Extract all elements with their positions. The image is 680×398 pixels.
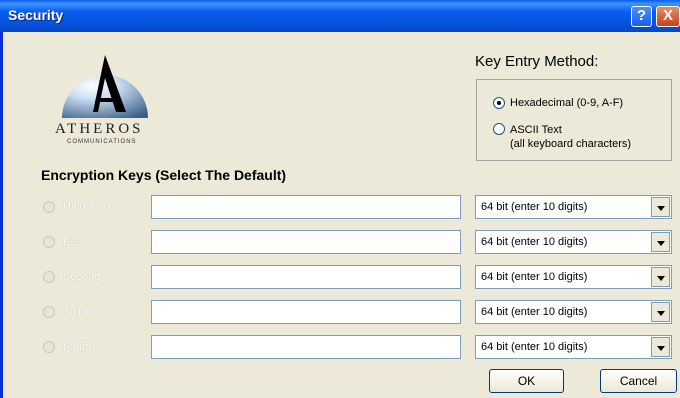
- key-entry-group: Hexadecimal (0-9, A-F) ASCII Text (all k…: [476, 79, 672, 161]
- close-button[interactable]: X: [656, 6, 680, 27]
- key-entry-heading: Key Entry Method:: [475, 53, 599, 70]
- unique-key-input[interactable]: [151, 195, 461, 219]
- chevron-down-icon[interactable]: [651, 302, 670, 322]
- second-key-label: Second: [63, 271, 101, 283]
- logo-wordmark: ATHEROS: [55, 121, 144, 137]
- first-key-length-select[interactable]: 64 bit (enter 10 digits): [475, 230, 672, 254]
- chevron-down-icon[interactable]: [651, 267, 670, 287]
- first-key-label: First: [63, 236, 85, 248]
- key-row-fourth: Fourth 64 bit (enter 10 digits): [3, 335, 680, 361]
- logo-subtitle: COMMUNICATIONS: [67, 139, 137, 145]
- unique-key-radio[interactable]: [43, 201, 55, 213]
- help-button[interactable]: ?: [631, 6, 652, 27]
- first-key-input[interactable]: [151, 230, 461, 254]
- key-row-second: Second 64 bit (enter 10 digits): [3, 265, 680, 291]
- chevron-down-icon[interactable]: [651, 337, 670, 357]
- third-key-length-select[interactable]: 64 bit (enter 10 digits): [475, 300, 672, 324]
- ascii-radio[interactable]: [493, 123, 505, 135]
- chevron-down-icon[interactable]: [651, 197, 670, 217]
- fourth-key-radio[interactable]: [43, 341, 55, 353]
- third-key-radio[interactable]: [43, 306, 55, 318]
- ascii-label[interactable]: ASCII Text: [510, 124, 562, 137]
- unique-key-label: Unique Key: [63, 201, 120, 213]
- ok-button[interactable]: OK: [489, 369, 564, 393]
- ascii-sublabel: (all keyboard characters): [510, 138, 632, 150]
- select-value: 64 bit (enter 10 digits): [481, 341, 588, 353]
- key-row-first: First 64 bit (enter 10 digits): [3, 230, 680, 256]
- hex-label[interactable]: Hexadecimal (0-9, A-F): [510, 97, 623, 110]
- chevron-down-icon[interactable]: [651, 232, 670, 252]
- select-value: 64 bit (enter 10 digits): [481, 306, 588, 318]
- hex-radio[interactable]: [493, 97, 505, 109]
- fourth-key-input[interactable]: [151, 335, 461, 359]
- title-bar[interactable]: Security ? X: [0, 0, 680, 32]
- cancel-button[interactable]: Cancel: [600, 369, 677, 393]
- second-key-radio[interactable]: [43, 271, 55, 283]
- key-row-third: Third 64 bit (enter 10 digits): [3, 300, 680, 326]
- window-title: Security: [8, 7, 64, 23]
- select-value: 64 bit (enter 10 digits): [481, 271, 588, 283]
- key-row-unique: Unique Key 64 bit (enter 10 digits): [3, 195, 680, 221]
- select-value: 64 bit (enter 10 digits): [481, 201, 588, 213]
- security-dialog: Security ? X ATHEROS COMMUNICATIONS Key …: [0, 0, 680, 398]
- unique-key-length-select[interactable]: 64 bit (enter 10 digits): [475, 195, 672, 219]
- second-key-input[interactable]: [151, 265, 461, 289]
- fourth-key-label: Fourth: [63, 341, 95, 353]
- third-key-label: Third: [63, 306, 89, 318]
- encryption-keys-heading: Encryption Keys (Select The Default): [41, 167, 287, 183]
- select-value: 64 bit (enter 10 digits): [481, 236, 588, 248]
- first-key-radio[interactable]: [43, 236, 55, 248]
- third-key-input[interactable]: [151, 300, 461, 324]
- radio-selected-dot: [497, 101, 501, 105]
- second-key-length-select[interactable]: 64 bit (enter 10 digits): [475, 265, 672, 289]
- fourth-key-length-select[interactable]: 64 bit (enter 10 digits): [475, 335, 672, 359]
